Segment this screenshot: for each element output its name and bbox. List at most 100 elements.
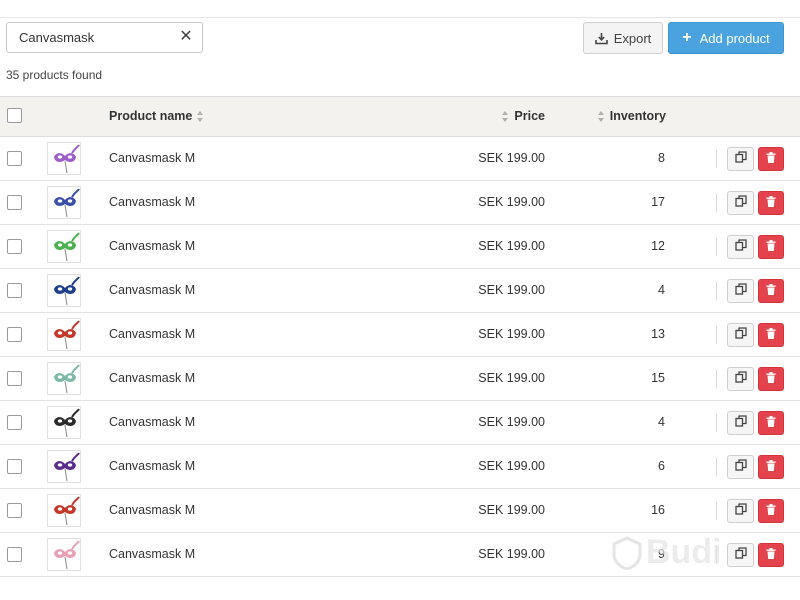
copy-icon [734,194,747,212]
add-product-button[interactable]: + Add product [668,22,784,54]
product-thumbnail[interactable] [47,362,81,395]
product-table: Product name Price Inventory Canvasmask … [0,96,800,577]
row-checkbox[interactable] [7,503,22,518]
export-button[interactable]: Export [583,22,663,54]
product-name[interactable]: Canvasmask M [109,503,195,517]
product-name[interactable]: Canvasmask M [109,415,195,429]
copy-icon [734,414,747,432]
trash-icon [766,238,776,256]
trash-icon [766,282,776,300]
row-checkbox[interactable] [7,151,22,166]
table-row[interactable]: Canvasmask M SEK 199.00 4 [0,269,800,313]
add-product-label: Add product [699,30,770,46]
table-row[interactable]: Canvasmask M SEK 199.00 13 [0,313,800,357]
table-row[interactable]: Canvasmask M SEK 199.00 8 [0,137,800,181]
row-checkbox[interactable] [7,195,22,210]
delete-button[interactable] [758,499,784,523]
product-name[interactable]: Canvasmask M [109,283,195,297]
row-checkbox[interactable] [7,283,22,298]
sort-icon [597,110,605,122]
trash-icon [766,458,776,476]
duplicate-button[interactable] [727,367,754,391]
trash-icon [766,194,776,212]
product-thumbnail[interactable] [47,318,81,351]
row-checkbox[interactable] [7,459,22,474]
product-thumbnail[interactable] [47,142,81,175]
table-row[interactable]: Canvasmask M SEK 199.00 16 [0,489,800,533]
table-row[interactable]: Canvasmask M SEK 199.00 9 [0,533,800,577]
table-row[interactable]: Canvasmask M SEK 199.00 12 [0,225,800,269]
table-row[interactable]: Canvasmask M SEK 199.00 17 [0,181,800,225]
download-icon [594,32,608,45]
column-price-label: Price [514,109,545,123]
row-checkbox[interactable] [7,239,22,254]
row-checkbox[interactable] [7,371,22,386]
delete-button[interactable] [758,543,784,567]
product-name[interactable]: Canvasmask M [109,195,195,209]
column-header-inventory[interactable]: Inventory [597,109,666,123]
delete-button[interactable] [758,147,784,171]
copy-icon [734,326,747,344]
column-header-name[interactable]: Product name [109,109,204,123]
product-thumbnail[interactable] [47,450,81,483]
select-all-checkbox[interactable] [7,108,22,123]
duplicate-button[interactable] [727,543,754,567]
table-row[interactable]: Canvasmask M SEK 199.00 4 [0,401,800,445]
duplicate-button[interactable] [727,235,754,259]
column-header-price[interactable]: Price [502,109,545,123]
copy-icon [734,546,747,564]
delete-button[interactable] [758,279,784,303]
product-name[interactable]: Canvasmask M [109,371,195,385]
product-inventory: 12 [651,239,665,253]
duplicate-button[interactable] [727,499,754,523]
table-row[interactable]: Canvasmask M SEK 199.00 15 [0,357,800,401]
product-name[interactable]: Canvasmask M [109,239,195,253]
copy-icon [734,282,747,300]
product-price: SEK 199.00 [478,327,545,341]
action-divider [716,414,717,432]
duplicate-button[interactable] [727,411,754,435]
delete-button[interactable] [758,455,784,479]
row-checkbox[interactable] [7,415,22,430]
sort-icon [502,110,509,122]
column-inventory-label: Inventory [609,109,666,123]
product-inventory: 17 [651,195,665,209]
product-thumbnail[interactable] [47,494,81,527]
duplicate-button[interactable] [727,323,754,347]
product-thumbnail[interactable] [47,186,81,219]
duplicate-button[interactable] [727,191,754,215]
product-name[interactable]: Canvasmask M [109,547,195,561]
export-label: Export [613,30,652,46]
copy-icon [734,370,747,388]
plus-icon: + [682,29,692,46]
duplicate-button[interactable] [727,147,754,171]
product-inventory: 4 [658,415,665,429]
delete-button[interactable] [758,191,784,215]
row-checkbox[interactable] [7,327,22,342]
trash-icon [766,370,776,388]
product-inventory: 6 [658,459,665,473]
search-box[interactable]: ✕ [6,22,203,53]
delete-button[interactable] [758,411,784,435]
product-thumbnail[interactable] [47,538,81,571]
delete-button[interactable] [758,367,784,391]
row-checkbox[interactable] [7,547,22,562]
duplicate-button[interactable] [727,279,754,303]
product-name[interactable]: Canvasmask M [109,327,195,341]
clear-search-icon[interactable]: ✕ [178,29,194,45]
delete-button[interactable] [758,323,784,347]
product-thumbnail[interactable] [47,274,81,307]
duplicate-button[interactable] [727,455,754,479]
product-thumbnail[interactable] [47,406,81,439]
table-row[interactable]: Canvasmask M SEK 199.00 6 [0,445,800,489]
product-thumbnail[interactable] [47,230,81,263]
product-name[interactable]: Canvasmask M [109,459,195,473]
action-divider [716,194,717,212]
copy-icon [734,502,747,520]
sort-icon [197,110,204,122]
product-price: SEK 199.00 [478,151,545,165]
search-input[interactable] [19,23,169,52]
product-name[interactable]: Canvasmask M [109,151,195,165]
product-price: SEK 199.00 [478,459,545,473]
delete-button[interactable] [758,235,784,259]
